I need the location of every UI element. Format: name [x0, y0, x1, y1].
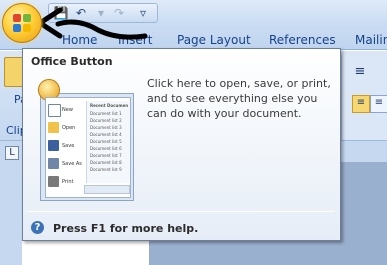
vertical-ruler — [0, 162, 22, 265]
print-icon — [48, 176, 59, 187]
paragraph-group: ≡ ≡ ≡ — [341, 55, 387, 140]
tab-mailings[interactable]: Mailin — [355, 33, 387, 47]
bullets-icon[interactable]: ≡ — [352, 65, 368, 81]
preview-recent-documents: Recent Documents Document list 1 Documen… — [86, 101, 130, 183]
tooltip-divider — [28, 211, 335, 212]
preview-menu-item: Save As — [48, 156, 82, 172]
preview-menu-item: Print — [48, 174, 82, 190]
preview-menu: New Open Save Save As Print Recent Docum… — [45, 97, 131, 198]
align-center-icon[interactable]: ≡ — [370, 95, 387, 113]
tab-references[interactable]: References — [269, 33, 336, 47]
help-icon: ? — [31, 221, 44, 234]
save-as-icon — [48, 158, 59, 169]
tab-page-layout[interactable]: Page Layout — [177, 33, 251, 47]
office-logo-icon — [13, 14, 33, 34]
tab-stop-selector-icon[interactable]: L — [5, 146, 19, 160]
office-button[interactable] — [2, 3, 42, 43]
align-left-icon[interactable]: ≡ — [352, 95, 370, 113]
open-folder-icon — [48, 122, 59, 133]
new-document-icon — [48, 104, 61, 117]
office-button-tooltip: Office Button New Open Save Save As Prin… — [22, 48, 341, 241]
tooltip-description: Click here to open, save, or print, and … — [147, 77, 331, 120]
preview-menu-item: Save — [48, 138, 82, 154]
preview-footer-buttons — [84, 185, 130, 194]
tooltip-title: Office Button — [31, 55, 113, 68]
preview-menu-item: New — [48, 102, 82, 118]
preview-menu-item: Open — [48, 120, 82, 136]
tooltip-help-text: Press F1 for more help. — [53, 222, 199, 235]
save-icon — [48, 140, 59, 151]
